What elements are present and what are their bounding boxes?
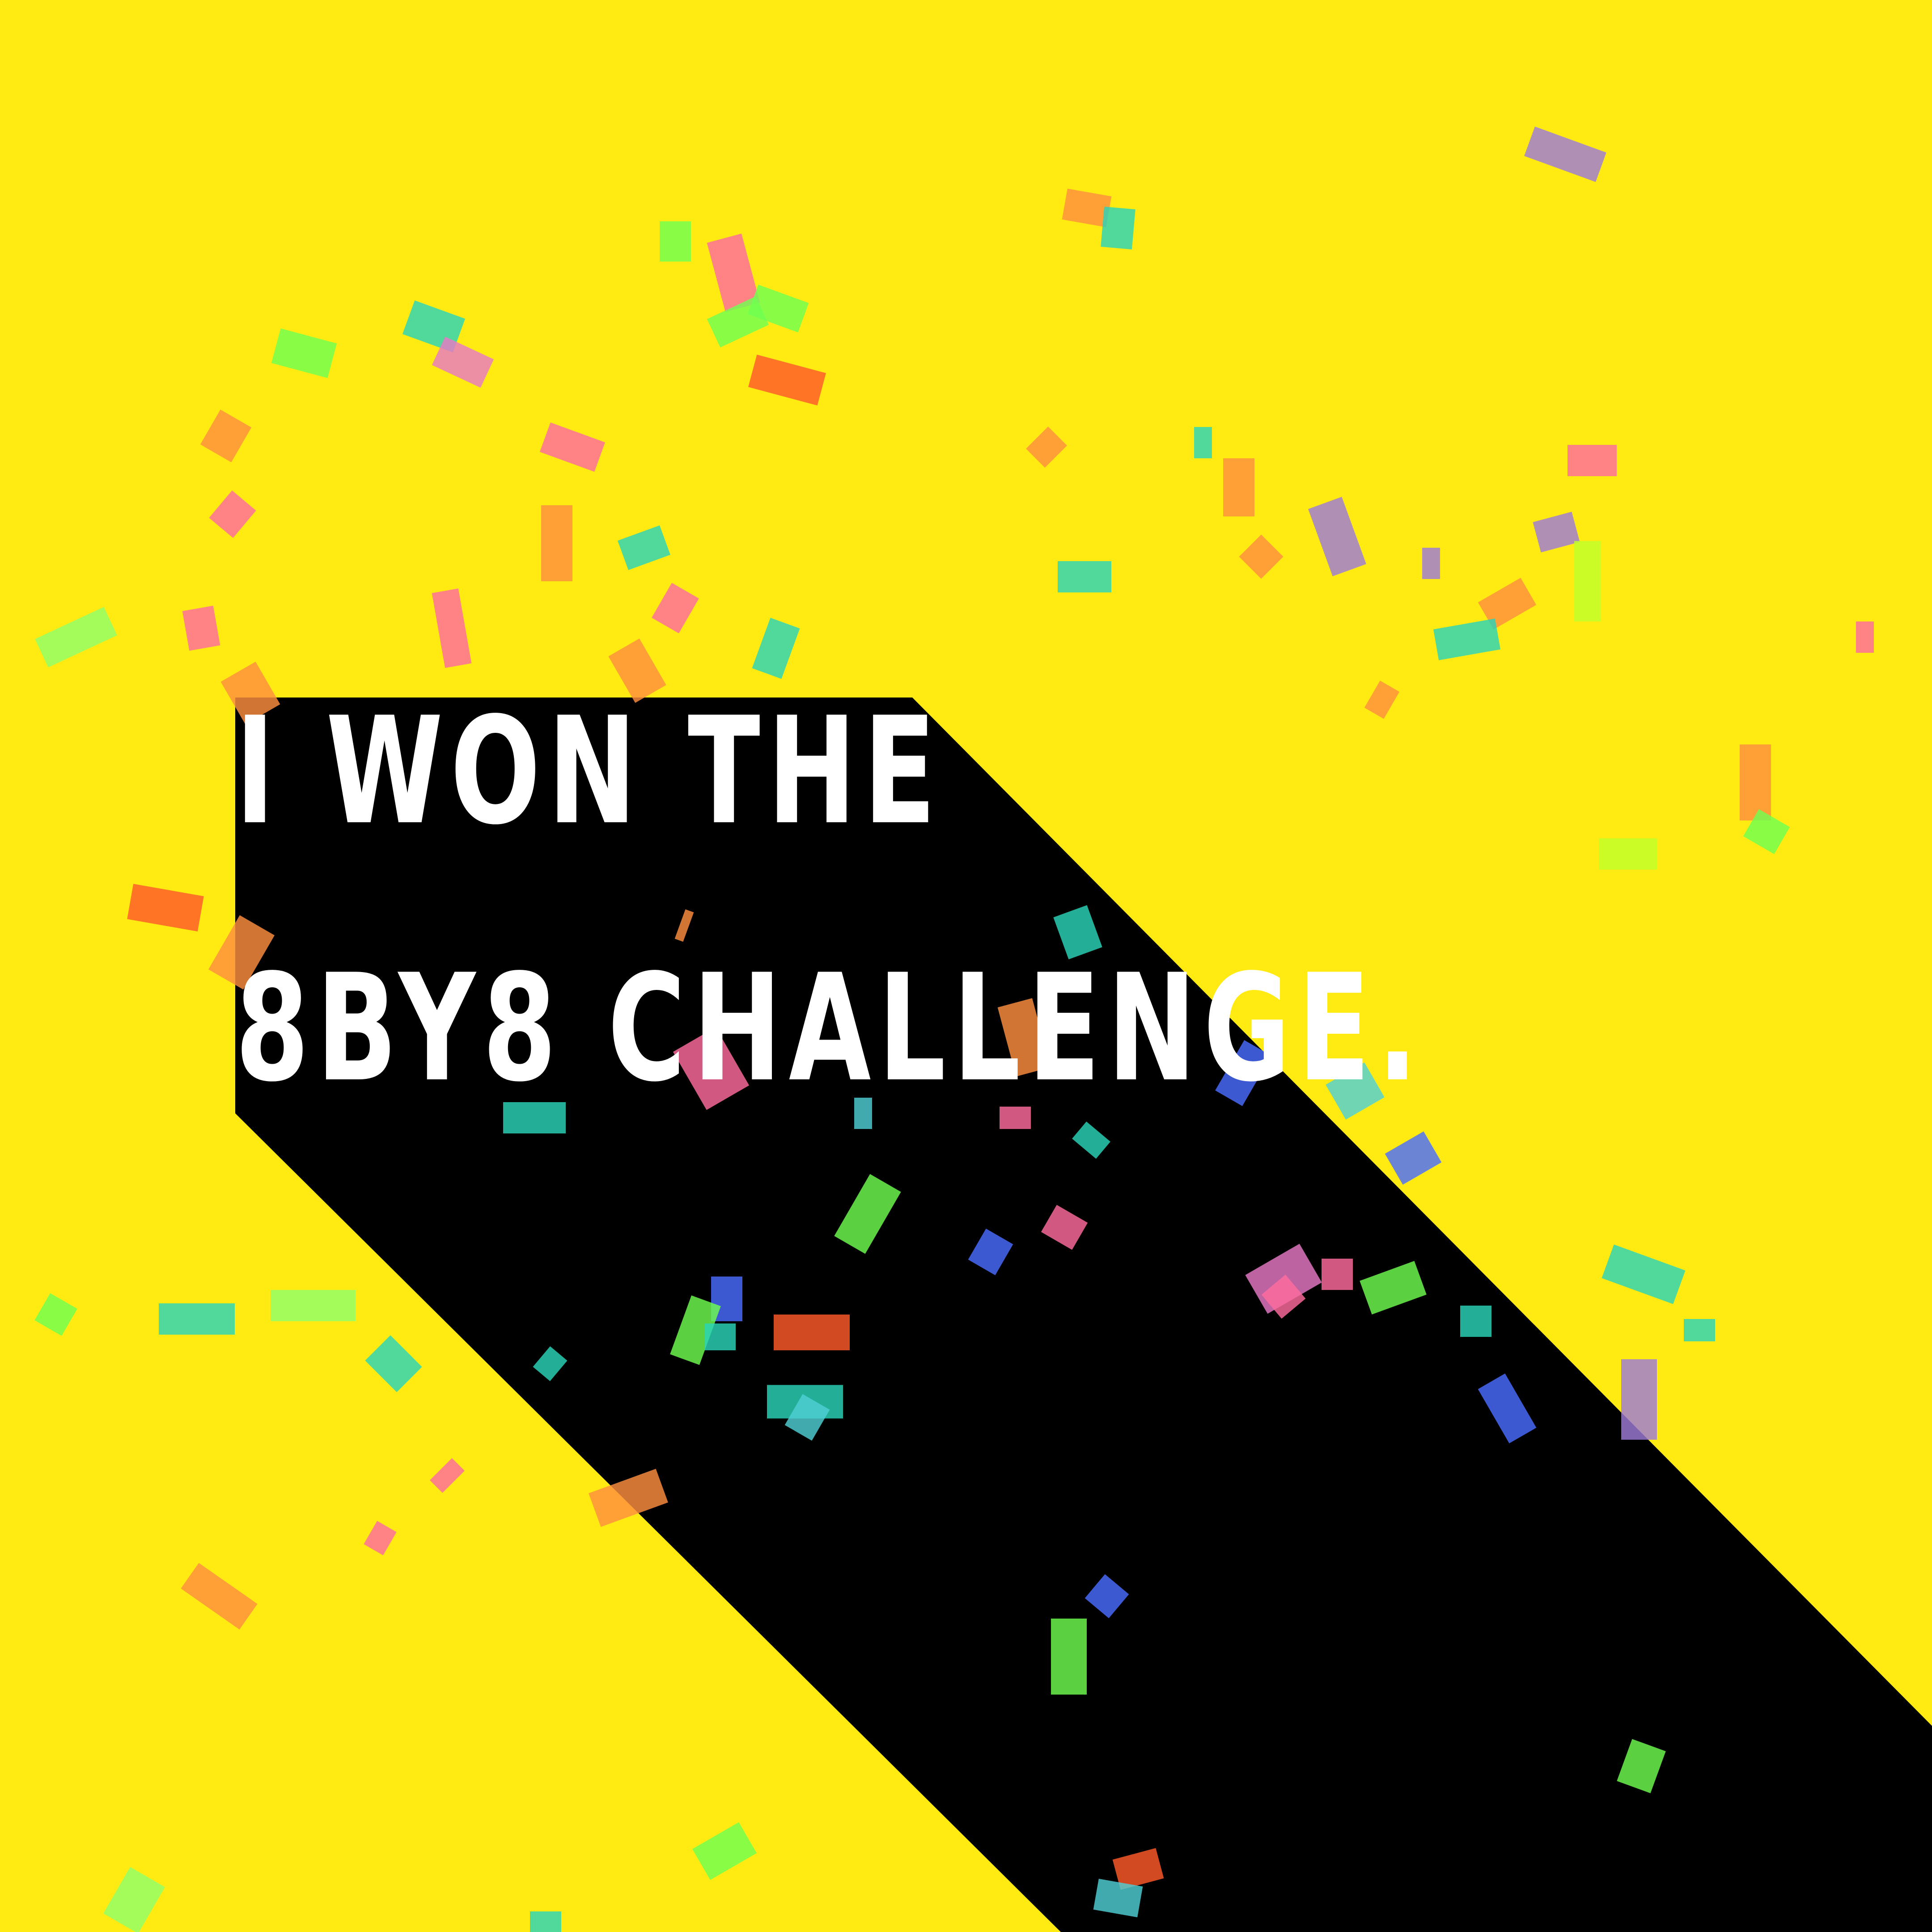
confetti-piece bbox=[704, 1323, 736, 1350]
confetti-piece bbox=[1194, 427, 1212, 458]
confetti-piece bbox=[1101, 207, 1135, 249]
confetti-piece bbox=[530, 1911, 561, 1932]
confetti-piece bbox=[1684, 1319, 1715, 1341]
confetti-piece bbox=[1568, 445, 1617, 476]
headline-line-2: 8BY8 CHALLENGE. bbox=[235, 943, 1425, 1114]
confetti-piece bbox=[271, 1290, 356, 1321]
confetti-piece bbox=[1422, 548, 1440, 579]
confetti-piece bbox=[1621, 1359, 1657, 1440]
confetti-piece bbox=[159, 1303, 235, 1335]
confetti-piece bbox=[1856, 621, 1874, 653]
confetti-piece bbox=[1574, 541, 1601, 621]
confetti-piece bbox=[1460, 1306, 1491, 1337]
confetti-piece bbox=[1223, 458, 1254, 516]
confetti-piece bbox=[774, 1315, 850, 1350]
confetti-piece bbox=[1058, 561, 1111, 592]
headline-line-1: I WON THE bbox=[235, 685, 943, 857]
confetti-piece bbox=[1051, 1619, 1087, 1695]
confetti-piece bbox=[541, 505, 572, 581]
confetti-piece bbox=[1740, 744, 1771, 820]
confetti-piece bbox=[1322, 1259, 1353, 1290]
confetti-piece bbox=[1599, 838, 1657, 870]
confetti-piece bbox=[660, 221, 691, 262]
poster: I WON THE 8BY8 CHALLENGE. bbox=[0, 0, 1932, 1932]
